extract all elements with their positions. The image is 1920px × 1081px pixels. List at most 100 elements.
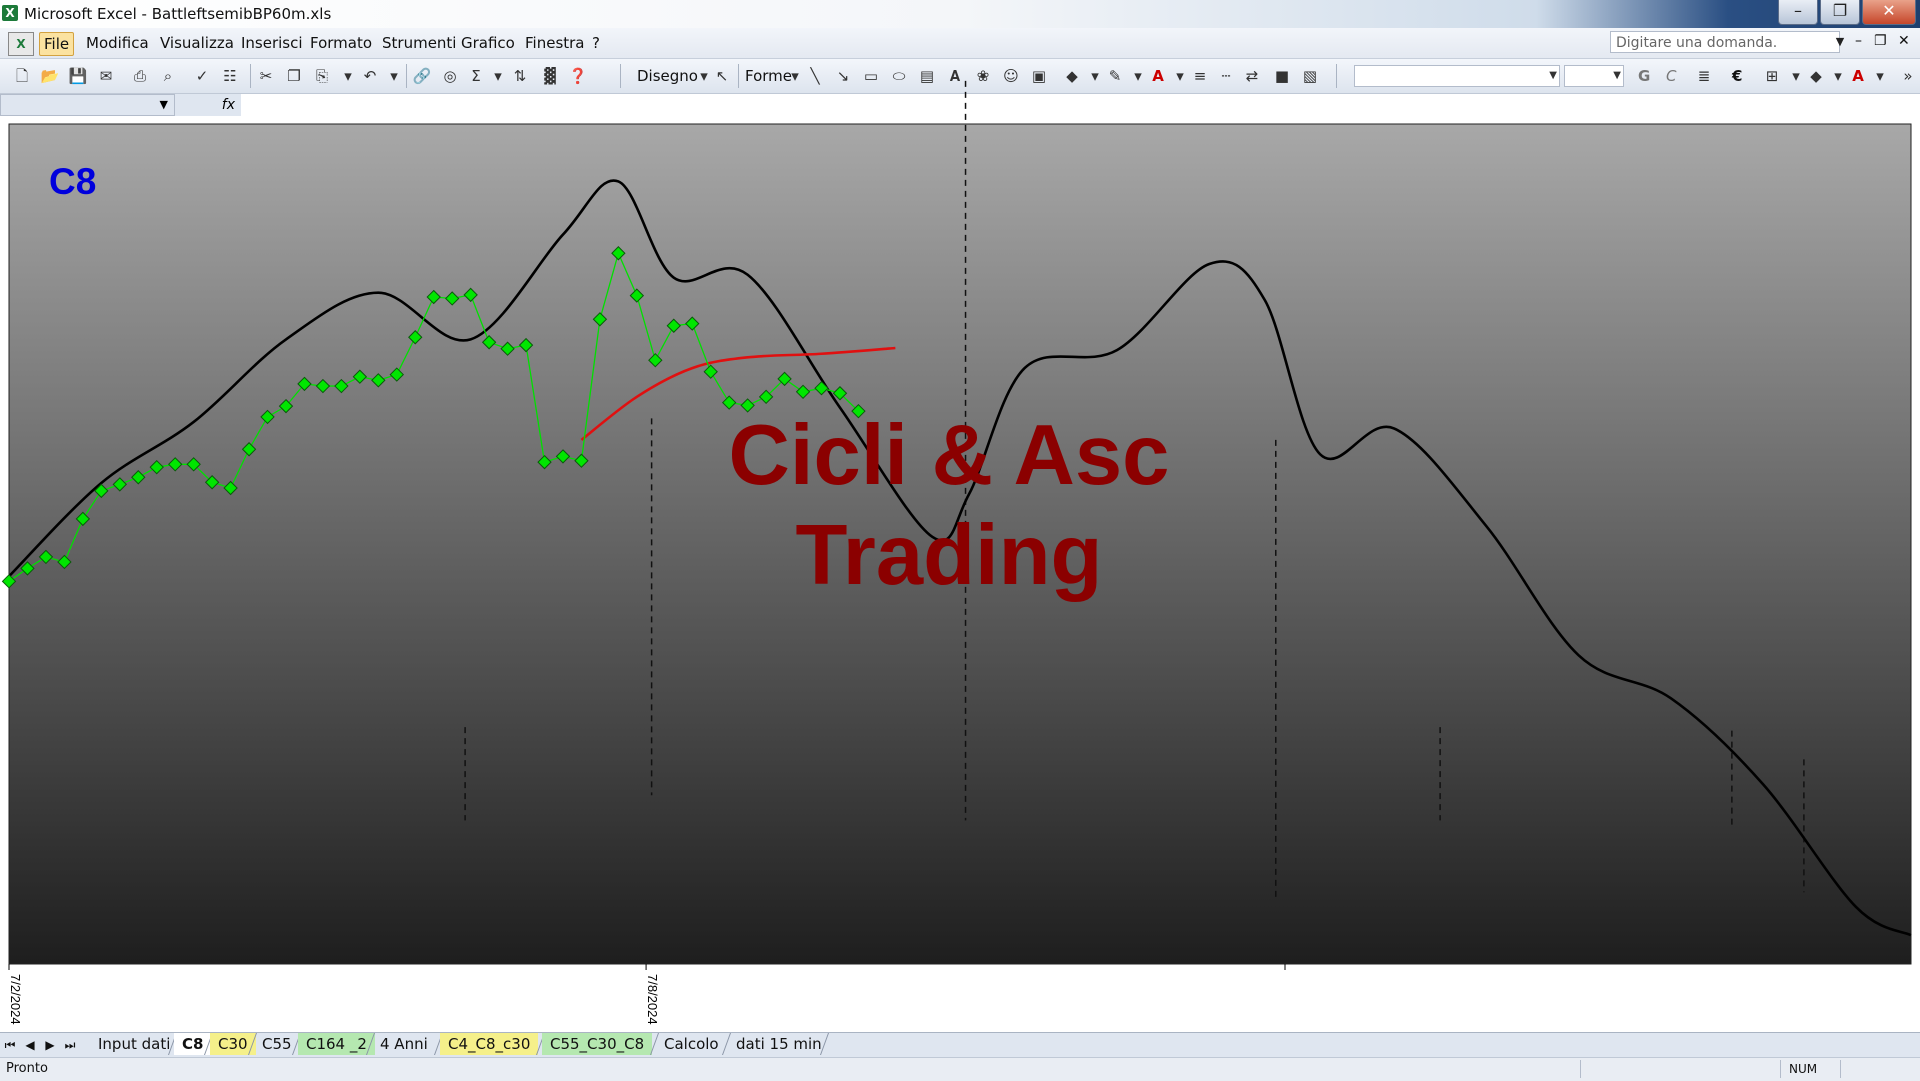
fill-color2-dropdown-icon[interactable]: ▾: [1828, 66, 1848, 86]
restore-icon[interactable]: ❐: [1820, 0, 1860, 25]
fill-color2-icon[interactable]: ◆: [1806, 66, 1826, 86]
menu-grafico[interactable]: Grafico: [457, 32, 519, 54]
cut-icon[interactable]: ✂: [256, 66, 276, 86]
window-controls: – ❐ ✕: [1776, 0, 1916, 26]
sheet-tab-4-anni[interactable]: 4 Anni: [372, 1033, 436, 1055]
menu-modifica[interactable]: Modifica: [82, 32, 153, 54]
sheet-tab-c164-2[interactable]: C164 _2: [298, 1033, 375, 1055]
clipart-icon[interactable]: ☺: [1001, 66, 1021, 86]
minimize-icon[interactable]: –: [1778, 0, 1818, 25]
toolbar-options-icon[interactable]: »: [1898, 66, 1918, 86]
draw-dropdown-icon[interactable]: ▾: [694, 66, 714, 86]
save-icon[interactable]: 💾: [68, 66, 88, 86]
status-bar: Pronto NUM: [0, 1057, 1920, 1081]
name-box[interactable]: ▼: [0, 94, 175, 116]
autosum-disabled-icon[interactable]: ◎: [440, 66, 460, 86]
chart-wizard-icon[interactable]: ▓: [540, 66, 560, 86]
wordart-icon[interactable]: 𝐀: [945, 66, 965, 86]
ask-question-input[interactable]: Digitare una domanda.: [1610, 31, 1840, 53]
fx-icon[interactable]: fx: [175, 94, 241, 116]
sheet-tab-calcolo[interactable]: Calcolo: [656, 1033, 727, 1055]
line-color-dropdown-icon[interactable]: ▾: [1128, 66, 1148, 86]
font-name-select[interactable]: ▼: [1354, 65, 1560, 87]
align-icon[interactable]: ≣: [1694, 66, 1714, 86]
fill-color-dropdown-icon[interactable]: ▾: [1085, 66, 1105, 86]
ask-dropdown-icon[interactable]: ▼: [1833, 31, 1847, 53]
oval-icon[interactable]: ⬭: [889, 66, 909, 86]
x-tick-label-1: 7/8/2024: [645, 974, 660, 1025]
rectangle-icon[interactable]: ▭: [861, 66, 881, 86]
fill-color-icon[interactable]: ◆: [1062, 66, 1082, 86]
autosum-icon[interactable]: Σ: [466, 66, 486, 86]
shadow-icon[interactable]: ■: [1272, 66, 1292, 86]
borders-icon[interactable]: ⊞: [1762, 66, 1782, 86]
open-icon[interactable]: 📂: [40, 66, 60, 86]
arrow-style-icon[interactable]: ⇄: [1242, 66, 1262, 86]
prev-sheet-icon[interactable]: ◀: [22, 1035, 38, 1055]
print-preview-icon[interactable]: ⌕: [158, 66, 178, 86]
dash-style-icon[interactable]: ┄: [1216, 66, 1236, 86]
standard-toolbar: 🗋 📂 💾 ✉ ⎙ ⌕ ✓ ☷ ✂ ❐ ⎘ ▾ ↶ ▾ 🔗 ◎ Σ ▾ ⇅ ▓ …: [0, 59, 1920, 94]
help-icon[interactable]: ❓: [568, 66, 588, 86]
sheet-tab-c55-c30-c8[interactable]: C55_C30_C8: [542, 1033, 653, 1055]
shapes-dropdown-icon[interactable]: ▾: [785, 66, 805, 86]
new-icon[interactable]: 🗋: [12, 66, 32, 86]
euro-button[interactable]: €: [1732, 67, 1742, 85]
doc-restore-icon[interactable]: ❐: [1874, 33, 1887, 49]
autosum-dropdown-icon[interactable]: ▾: [488, 66, 508, 86]
menu-inserisci[interactable]: Inserisci: [237, 32, 307, 54]
next-sheet-icon[interactable]: ▶: [42, 1035, 58, 1055]
3d-icon[interactable]: ▧: [1300, 66, 1320, 86]
chart-plot[interactable]: C8 Cicli & Asc Trading 7/2/2024 7/8/2024: [1, 80, 1912, 1025]
status-num-indicator: NUM: [1780, 1060, 1840, 1078]
font-color-icon[interactable]: A: [1148, 66, 1168, 86]
font-size-select[interactable]: ▼: [1564, 65, 1624, 87]
last-sheet-icon[interactable]: ⏭: [62, 1035, 78, 1055]
draw-menu[interactable]: Disegno: [637, 67, 698, 85]
italic-button[interactable]: C: [1666, 67, 1676, 85]
textbox-icon[interactable]: ▤: [917, 66, 937, 86]
spelling-icon[interactable]: ✓: [192, 66, 212, 86]
sheet-tab-input-dati[interactable]: Input dati: [90, 1033, 178, 1055]
bold-button[interactable]: G: [1638, 67, 1650, 85]
font-color2-icon[interactable]: A: [1848, 66, 1868, 86]
doc-minimize-icon[interactable]: –: [1855, 33, 1862, 49]
print-icon[interactable]: ⎙: [130, 66, 150, 86]
close-icon[interactable]: ✕: [1862, 0, 1916, 25]
sort-icon[interactable]: ⇅: [510, 66, 530, 86]
borders-dropdown-icon[interactable]: ▾: [1786, 66, 1806, 86]
undo-dropdown-icon[interactable]: ▾: [384, 66, 404, 86]
menu-visualizza[interactable]: Visualizza: [156, 32, 238, 54]
watermark-line-2: Trading: [796, 508, 1103, 603]
font-color-dropdown-icon[interactable]: ▾: [1170, 66, 1190, 86]
copy-icon[interactable]: ❐: [284, 66, 304, 86]
sheet-tab-c4-c8-c30[interactable]: C4_C8_c30: [440, 1033, 539, 1055]
line-color-icon[interactable]: ✎: [1105, 66, 1125, 86]
hyperlink-icon[interactable]: 🔗: [412, 66, 432, 86]
select-objects-icon[interactable]: ↖: [712, 66, 732, 86]
paste-icon[interactable]: ⎘: [312, 66, 332, 86]
research-icon[interactable]: ☷: [220, 66, 240, 86]
line-icon[interactable]: ╲: [805, 66, 825, 86]
formula-bar: ▼ fx: [0, 94, 1920, 119]
sheet-tab-dati-15-min[interactable]: dati 15 min: [728, 1033, 830, 1055]
menu-help[interactable]: ?: [588, 32, 604, 54]
line-style-icon[interactable]: ≡: [1190, 66, 1210, 86]
picture-icon[interactable]: ▣: [1029, 66, 1049, 86]
diagram-icon[interactable]: ❀: [973, 66, 993, 86]
x-tick-label-0: 7/2/2024: [8, 974, 23, 1025]
menu-finestra[interactable]: Finestra: [521, 32, 589, 54]
doc-close-icon[interactable]: ✕: [1898, 33, 1910, 49]
permission-icon[interactable]: ✉: [96, 66, 116, 86]
workbook-control-icon[interactable]: X: [8, 32, 34, 56]
arrow-icon[interactable]: ↘: [833, 66, 853, 86]
window-title: Microsoft Excel - BattleftsemibBP60m.xls: [24, 5, 332, 23]
status-cell-empty: [1580, 1060, 1780, 1078]
paste-dropdown-icon[interactable]: ▾: [338, 66, 358, 86]
menu-strumenti[interactable]: Strumenti: [378, 32, 460, 54]
undo-icon[interactable]: ↶: [360, 66, 380, 86]
font-color2-dropdown-icon[interactable]: ▾: [1870, 66, 1890, 86]
menu-formato[interactable]: Formato: [306, 32, 376, 54]
first-sheet-icon[interactable]: ⏮: [2, 1035, 18, 1055]
menu-file[interactable]: File: [39, 32, 75, 56]
